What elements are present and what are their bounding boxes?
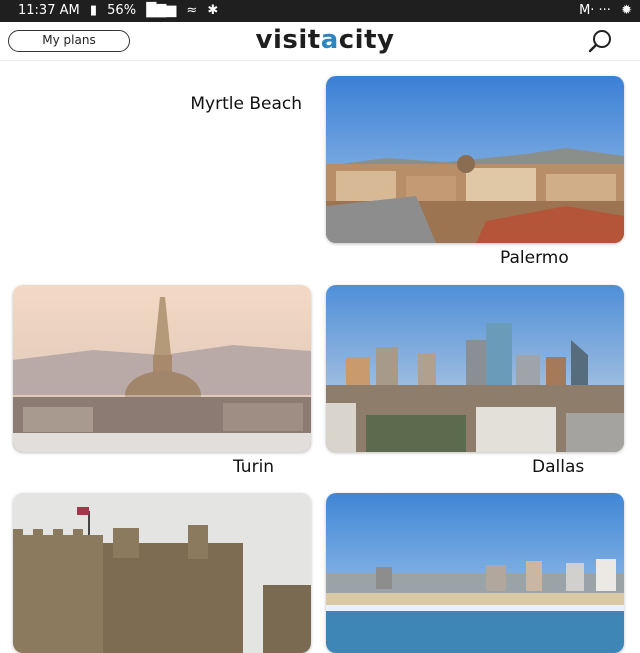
city-image-castle[interactable] <box>13 493 311 653</box>
logo-text-1: visit <box>255 25 321 55</box>
wifi-icon: ≈ <box>186 3 198 18</box>
notification-indicators: M· ··· <box>579 3 611 18</box>
city-name-palermo[interactable]: Palermo <box>500 248 569 268</box>
signal-icon: █▇▆ <box>146 3 177 18</box>
city-image-turin[interactable] <box>13 285 311 452</box>
visitacity-logo[interactable]: visitacity <box>240 25 410 55</box>
fan-icon: ✹ <box>621 3 632 18</box>
status-time-block: 11:37 AM ▮ 56% █▇▆ ≈ ✱ <box>12 3 218 18</box>
status-time: 11:37 AM <box>18 3 80 18</box>
city-name-dallas[interactable]: Dallas <box>532 457 584 477</box>
city-name-turin[interactable]: Turin <box>233 457 274 477</box>
featured-city-title[interactable]: Myrtle Beach <box>90 94 302 114</box>
my-plans-label: My plans <box>42 33 96 47</box>
logo-text-2: city <box>338 25 395 55</box>
status-bar: 11:37 AM ▮ 56% █▇▆ ≈ ✱ M· ··· ✹ <box>0 0 640 22</box>
logo-accent: a <box>320 25 339 55</box>
status-notifications: M· ··· ✹ <box>573 3 632 18</box>
battery-icon: ▮ <box>89 3 98 18</box>
app-header: My plans visitacity <box>0 22 640 61</box>
city-image-dallas[interactable] <box>326 285 624 452</box>
battery-percent: 56% <box>107 3 137 18</box>
bluetooth-icon: ✱ <box>207 3 219 18</box>
city-image-beach[interactable] <box>326 493 624 653</box>
city-image-palermo[interactable] <box>326 76 624 243</box>
my-plans-button[interactable]: My plans <box>8 30 130 52</box>
search-icon[interactable] <box>588 28 614 54</box>
